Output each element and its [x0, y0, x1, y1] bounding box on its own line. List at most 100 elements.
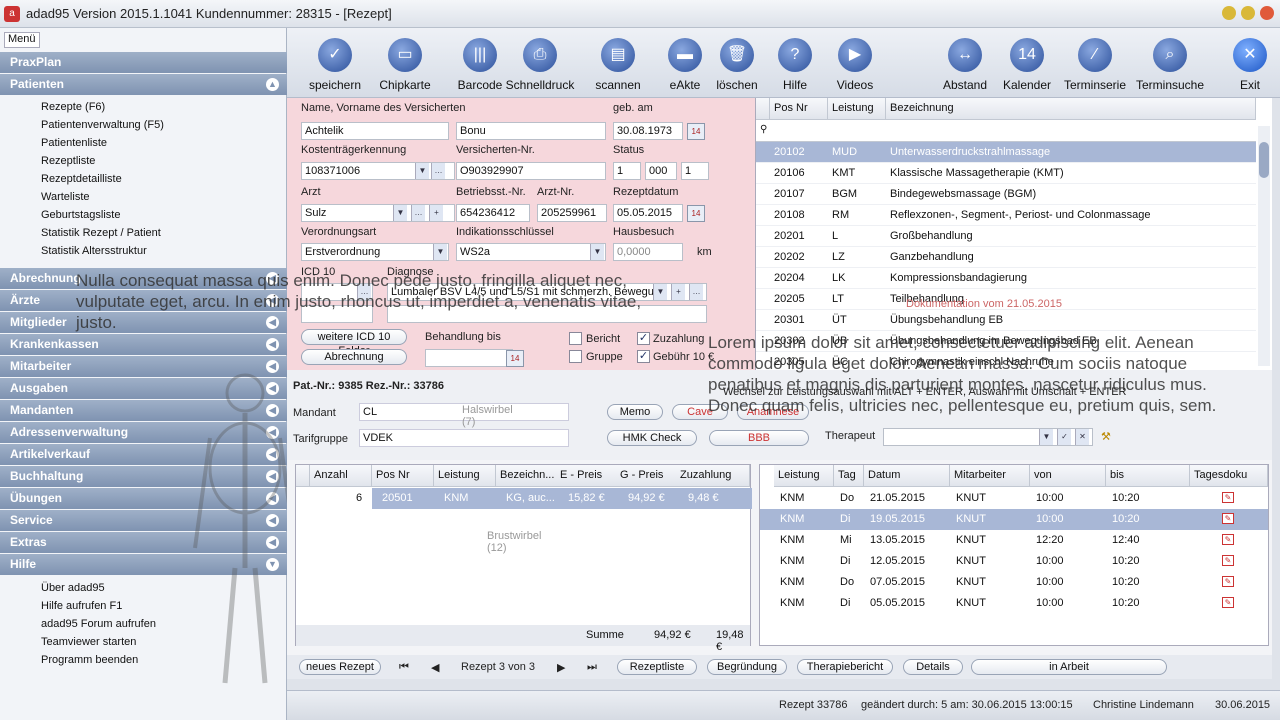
edit-icon[interactable]: ✎	[1222, 513, 1234, 524]
scroll-thumb[interactable]	[1259, 142, 1269, 178]
edit-icon[interactable]: ✎	[1222, 597, 1234, 608]
chevron-up-icon[interactable]: ▲	[266, 78, 279, 91]
more-icon[interactable]: …	[411, 205, 425, 221]
edit-icon[interactable]: ✎	[1222, 555, 1234, 566]
in-arbeit-button[interactable]: in Arbeit	[971, 659, 1167, 675]
table-row[interactable]: KNM Di 19.05.2015 KNUT 10:00 10:20 ✎	[760, 509, 1268, 530]
chevron-left-icon[interactable]: ◀	[266, 338, 279, 351]
last-record-icon[interactable]: ⏭	[587, 661, 597, 674]
table-row[interactable]: KNM Mi 13.05.2015 KNUT 12:20 12:40 ✎	[760, 530, 1268, 551]
indikation-select[interactable]: WS2a	[456, 243, 606, 261]
calendar-icon[interactable]: 14	[687, 123, 705, 140]
rezeptliste-button[interactable]: Rezeptliste	[617, 659, 697, 675]
zuzahlung-checkbox[interactable]: ✓	[637, 332, 650, 345]
first-name-field[interactable]: Bonu	[456, 122, 606, 140]
chipkarte-button[interactable]: ▭ Chipkarte	[367, 38, 443, 92]
sidebar-section-praxplan[interactable]: PraxPlan	[0, 52, 287, 73]
hausbesuch-field[interactable]: 0,0000	[613, 243, 683, 261]
close-window-button[interactable]	[1260, 6, 1274, 20]
col-header[interactable]: Pos Nr	[372, 465, 434, 487]
terminsuche-button[interactable]: ⌕ Terminsuche	[1132, 38, 1208, 92]
col-header[interactable]: Leistung	[774, 465, 834, 487]
sidebar-item[interactable]: Warteliste	[41, 191, 90, 203]
table-row[interactable]: 20108 RM Reflexzonen-, Segment-, Periost- …	[756, 205, 1256, 226]
sidebar-item[interactable]: Rezepte (F6)	[41, 101, 105, 113]
col-header[interactable]: bis	[1106, 465, 1190, 487]
prev-record-icon[interactable]: ◀	[431, 661, 439, 674]
versicherten-field[interactable]: O903929907	[456, 162, 606, 180]
sidebar-item[interactable]: Rezeptdetailliste	[41, 173, 122, 185]
add-icon[interactable]: +	[671, 284, 685, 300]
chevron-down-icon[interactable]: ▼	[590, 244, 604, 260]
first-record-icon[interactable]: ⏮	[399, 661, 409, 674]
help-item[interactable]: Programm beenden	[41, 654, 138, 666]
sidebar-item[interactable]: Patientenverwaltung (F5)	[41, 119, 164, 131]
bericht-checkbox[interactable]	[569, 332, 582, 345]
exit-button[interactable]: ✕ Exit	[1227, 38, 1273, 92]
dob-field[interactable]: 30.08.1973	[613, 122, 683, 140]
arztnr-field[interactable]: 205259961	[537, 204, 607, 222]
begruendung-button[interactable]: Begründung	[707, 659, 787, 675]
new-prescription-button[interactable]: neues Rezept	[299, 659, 381, 675]
sidebar-item[interactable]: Statistik Altersstruktur	[41, 245, 147, 257]
abrechnung-button[interactable]: Abrechnung	[301, 349, 407, 365]
memo-button[interactable]: Memo	[607, 404, 663, 420]
sidebar-item[interactable]: Patientenliste	[41, 137, 107, 149]
gebuehr-checkbox[interactable]: ✓	[637, 350, 650, 363]
rezeptdatum-field[interactable]: 05.05.2015	[613, 204, 683, 222]
table-row[interactable]: 20106 KMT Klassische Massagetherapie (KMT)	[756, 163, 1256, 184]
sidebar-item[interactable]: Statistik Rezept / Patient	[41, 227, 161, 239]
edit-icon[interactable]: ✎	[1222, 534, 1234, 545]
sidebar-section[interactable]: Krankenkassen ◀	[0, 334, 287, 355]
col-header[interactable]: Mitarbeiter	[950, 465, 1030, 487]
col-header[interactable]: Tagesdoku	[1190, 465, 1268, 487]
col-header[interactable]: von	[1030, 465, 1106, 487]
more-icon[interactable]: …	[689, 284, 703, 300]
bbb-button[interactable]: BBB	[709, 430, 809, 446]
status-field-1[interactable]: 1	[613, 162, 641, 180]
filter-row[interactable]: ⚲	[756, 120, 1256, 142]
table-row[interactable]: KNM Di 12.05.2015 KNUT 10:00 10:20 ✎	[760, 551, 1268, 572]
betriebs-field[interactable]: 654236412	[456, 204, 530, 222]
col-header[interactable]: Tag	[834, 465, 864, 487]
table-row[interactable]: KNM Do 21.05.2015 KNUT 10:00 10:20 ✎	[760, 488, 1268, 509]
hmk-check-button[interactable]: HMK Check	[607, 430, 697, 446]
help-item[interactable]: Hilfe aufrufen F1	[41, 600, 122, 612]
speichern-button[interactable]: ✓ speichern	[297, 38, 373, 92]
table-row[interactable]: 20204 LK Kompressionsbandagierung	[756, 268, 1256, 289]
col-header[interactable]: Bezeichnung	[886, 98, 1256, 120]
sidebar-item[interactable]: Geburtstagsliste	[41, 209, 120, 221]
edit-icon[interactable]: ✎	[1222, 576, 1234, 587]
verordnung-select[interactable]: Erstverordnung	[301, 243, 449, 261]
calendar-icon[interactable]: 14	[506, 350, 524, 367]
help-item[interactable]: adad95 Forum aufrufen	[41, 618, 156, 630]
menu-button[interactable]: Menü	[4, 32, 40, 48]
chevron-down-icon[interactable]: ▼	[393, 205, 407, 221]
kalender-button[interactable]: 14 Kalender	[989, 38, 1065, 92]
col-header[interactable]: Zuzahlung	[676, 465, 750, 487]
sidebar-item[interactable]: Rezeptliste	[41, 155, 95, 167]
last-name-field[interactable]: Achtelik	[301, 122, 449, 140]
calendar-icon[interactable]: 14	[687, 205, 705, 222]
maximize-button[interactable]	[1241, 6, 1255, 20]
col-header[interactable]: Datum	[864, 465, 950, 487]
table-row[interactable]: 20107 BGM Bindegewebsmassage (BGM)	[756, 184, 1256, 205]
edit-icon[interactable]: ✎	[1222, 492, 1234, 503]
col-header[interactable]: Bezeichn...	[496, 465, 558, 487]
more-icon[interactable]: …	[431, 163, 445, 179]
details-button[interactable]: Details	[903, 659, 963, 675]
col-header[interactable]: G - Preis	[616, 465, 678, 487]
col-header[interactable]: Pos Nr	[770, 98, 828, 120]
table-row[interactable]: 20301 ÜT Übungsbehandlung EB	[756, 310, 1256, 331]
check-icon[interactable]: ✓	[1057, 429, 1071, 445]
table-row[interactable]: 6 20501 KNM KG, auc... 15,82 € 94,92 € 9,48 €	[296, 488, 752, 509]
help-item[interactable]: Teamviewer starten	[41, 636, 136, 648]
col-header[interactable]: Anzahl	[310, 465, 372, 487]
chevron-down-icon[interactable]: ▼	[433, 244, 447, 260]
gruppe-checkbox[interactable]	[569, 350, 582, 363]
table-row[interactable]: 20102 MUD Unterwasserdruckstrahlmassage	[756, 142, 1256, 163]
chevron-down-icon[interactable]: ▼	[1039, 429, 1053, 445]
table-row[interactable]: 20202 LZ Ganzbehandlung	[756, 247, 1256, 268]
col-header[interactable]: Leistung	[434, 465, 496, 487]
scannen-button[interactable]: ▤ scannen	[580, 38, 656, 92]
